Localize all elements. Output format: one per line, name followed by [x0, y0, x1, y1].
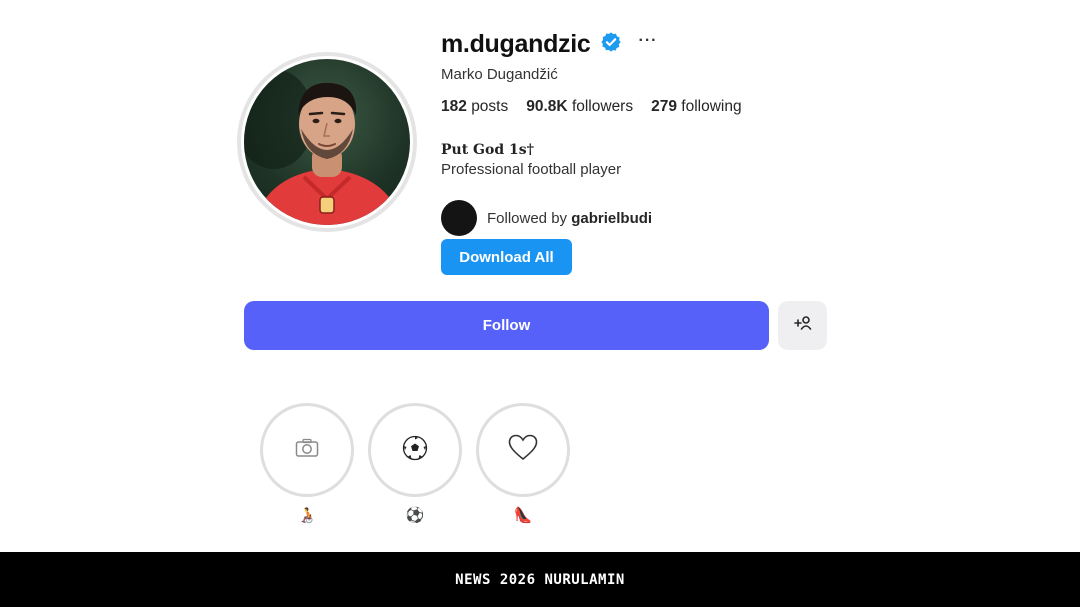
highlight-1-label: 🧑‍🦽	[297, 507, 317, 524]
suggest-accounts-button[interactable]	[778, 301, 827, 350]
followed-by-prefix: Followed by	[487, 209, 568, 227]
profile-avatar[interactable]	[237, 52, 417, 232]
followers-count: 90.8K	[526, 98, 568, 115]
bio-title: Put God 1s†	[441, 142, 534, 158]
highlight-2[interactable]	[368, 403, 462, 497]
verified-badge-icon	[600, 31, 622, 58]
more-options-icon[interactable]: ···	[638, 32, 657, 50]
followers-label: followers	[571, 98, 634, 115]
camera-icon	[295, 438, 319, 463]
highlight-3-label: 👠	[513, 507, 533, 524]
highlight-1[interactable]	[260, 403, 354, 497]
follow-button[interactable]: Follow	[244, 301, 769, 350]
following-label: following	[681, 98, 742, 115]
username: m.dugandzic	[441, 29, 591, 58]
soccer-ball-icon	[402, 435, 428, 466]
news-footer-bar: NEWS 2026 NURULAMIN	[0, 552, 1080, 607]
followers-stat[interactable]: 90.8K followers	[526, 98, 633, 116]
follower-avatar[interactable]	[441, 200, 477, 236]
highlight-2-label: ⚽	[405, 507, 425, 524]
heart-icon	[508, 434, 538, 466]
posts-stat: 182 posts	[441, 98, 508, 116]
add-user-icon	[793, 313, 813, 338]
followed-by-text: Followed by gabrielbudi	[487, 210, 652, 227]
highlight-3[interactable]	[476, 403, 570, 497]
full-name: Marko Dugandžić	[441, 66, 558, 83]
following-count: 279	[651, 98, 677, 115]
username-row: m.dugandzic ···	[441, 28, 657, 60]
footer-caption: NEWS 2026 NURULAMIN	[455, 571, 625, 588]
following-stat[interactable]: 279 following	[651, 98, 742, 116]
posts-label: posts	[471, 98, 509, 115]
bio-text: Professional football player	[441, 161, 622, 178]
profile-stats: 182 posts 90.8K followers 279 following	[441, 98, 742, 116]
followed-by-user[interactable]: gabrielbudi	[571, 210, 652, 227]
followed-by[interactable]: Followed by gabrielbudi	[441, 200, 652, 236]
download-all-button[interactable]: Download All	[441, 239, 572, 275]
posts-count: 182	[441, 98, 467, 115]
profile-photo	[244, 59, 410, 225]
